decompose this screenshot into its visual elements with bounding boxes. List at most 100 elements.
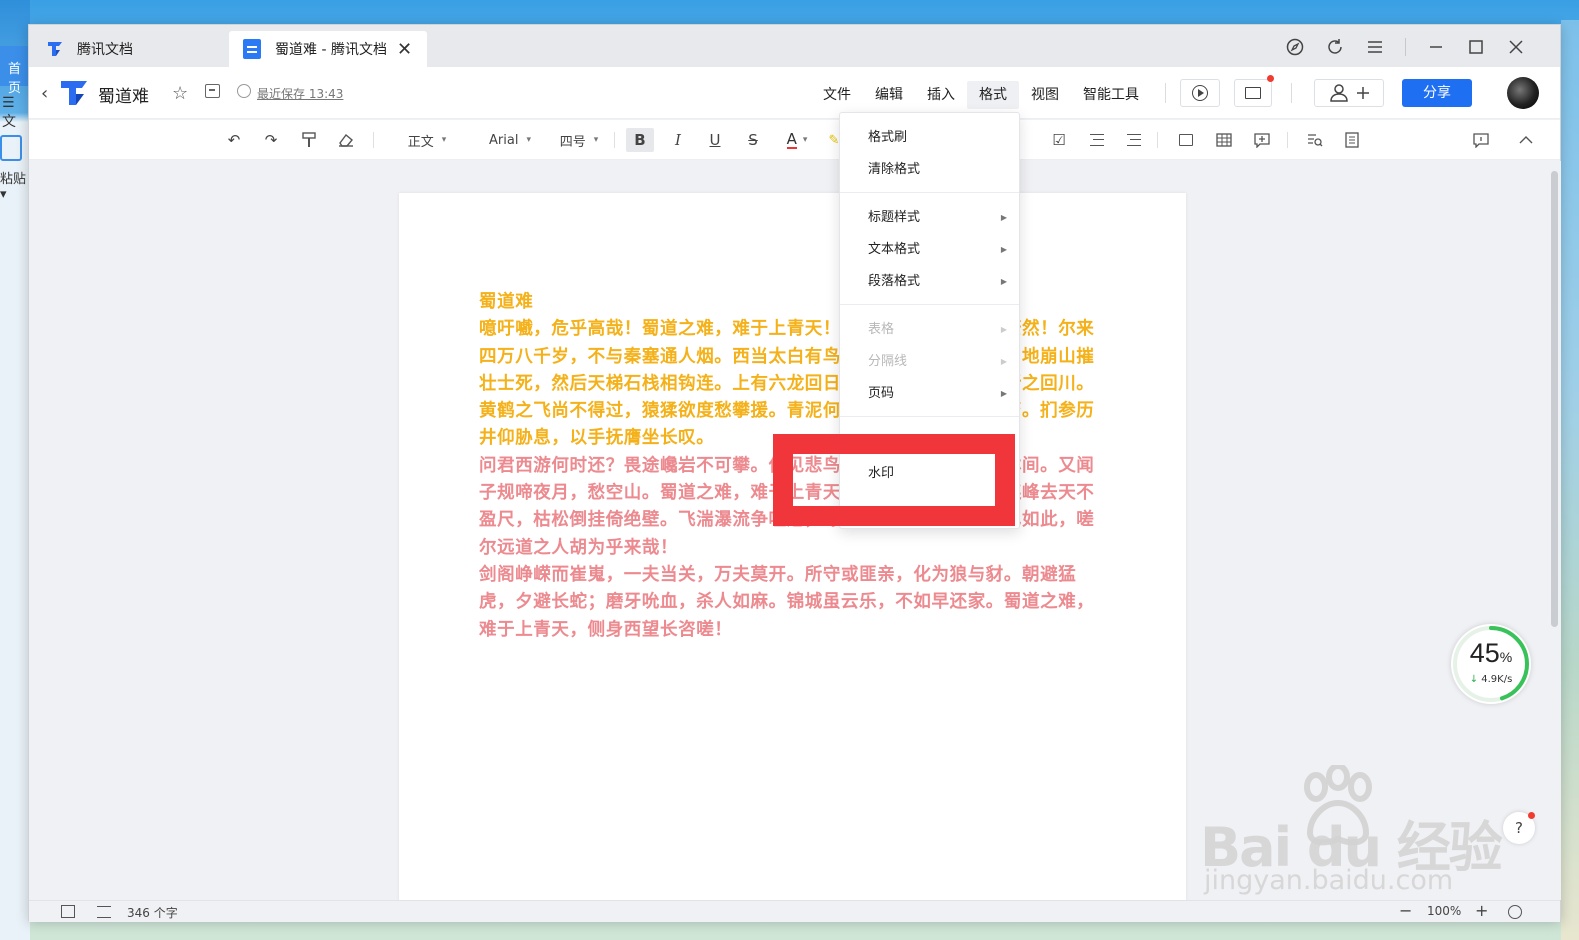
refresh-icon[interactable]: [1315, 35, 1355, 59]
menu-item-divider: 分隔线 ▶: [840, 348, 1019, 376]
redo-icon[interactable]: ↷: [257, 128, 285, 152]
find-replace-icon[interactable]: [1301, 128, 1329, 152]
play-icon[interactable]: [1180, 79, 1220, 107]
separator: [1405, 38, 1406, 56]
compass-icon[interactable]: [1275, 35, 1315, 59]
window-controls: [1275, 35, 1536, 59]
submenu-arrow-icon: ▶: [1000, 277, 1007, 286]
menu-format[interactable]: 格式: [967, 81, 1019, 109]
zoom-in-icon[interactable]: +: [1475, 901, 1488, 920]
collapse-toolbar-icon[interactable]: [1512, 128, 1540, 152]
desktop-background-left: 首页 ☰ 文 粘贴▾: [0, 0, 30, 940]
presentation-icon[interactable]: [1234, 79, 1272, 107]
menu-item-label: 段落格式: [868, 274, 921, 289]
submenu-arrow-icon: ▶: [1000, 325, 1007, 334]
submenu-arrow-icon: ▶: [1000, 389, 1007, 398]
menu-file[interactable]: 文件: [811, 81, 863, 109]
add-user-icon: [1330, 84, 1369, 102]
maximize-icon[interactable]: [1456, 35, 1496, 59]
font-family-select[interactable]: Arial ▾: [479, 128, 541, 152]
separator: [1165, 83, 1166, 103]
comments-panel-icon[interactable]: [1467, 128, 1495, 152]
strikethrough-icon[interactable]: S: [739, 128, 767, 152]
annotation-highlight-box: [773, 434, 1015, 526]
status-bar: 346 个字 − 100% +: [29, 900, 1560, 922]
insert-image-icon[interactable]: [1172, 128, 1200, 152]
move-to-folder-icon[interactable]: [205, 84, 220, 98]
notification-dot: [1267, 75, 1274, 82]
window-close-icon[interactable]: [1496, 35, 1536, 59]
zoom-out-icon[interactable]: −: [1399, 901, 1412, 920]
undo-icon[interactable]: ↶: [220, 128, 248, 152]
menu-view[interactable]: 视图: [1019, 81, 1071, 109]
clipboard-icon: [0, 135, 22, 161]
separator: [1157, 132, 1158, 148]
italic-icon[interactable]: I: [664, 128, 692, 152]
menu-item-label: 页码: [868, 386, 895, 401]
document-outline-icon[interactable]: [1338, 128, 1366, 152]
menu-item-label: 文本格式: [868, 242, 921, 257]
tencent-docs-brand-icon[interactable]: [59, 79, 89, 107]
indent-icon[interactable]: [1120, 128, 1148, 152]
watermark-url: jingyan.baidu.com: [1204, 865, 1454, 896]
save-status[interactable]: 最近保存 13:43: [257, 85, 343, 102]
menu-item-text-format[interactable]: 文本格式 ▶: [840, 236, 1019, 264]
bold-icon[interactable]: B: [626, 128, 654, 152]
document-page[interactable]: 蜀道难 噫吁嚱，危乎高哉！蜀道之难，难于上青天！蚕丛及鱼凫，开国何茫然！尔来四万…: [399, 193, 1186, 913]
zoom-level[interactable]: 100%: [1427, 904, 1461, 918]
fit-page-icon[interactable]: [1508, 905, 1522, 919]
insert-comment-icon[interactable]: [1248, 128, 1276, 152]
back-chevron-icon[interactable]: ‹: [41, 83, 48, 104]
menu-smart-tools[interactable]: 智能工具: [1071, 81, 1151, 109]
format-painter-icon[interactable]: [295, 128, 323, 152]
tab-current-doc[interactable]: 蜀道难 - 腾讯文档 ✕: [229, 31, 427, 67]
separator: [1287, 132, 1288, 148]
close-icon[interactable]: ✕: [397, 39, 412, 60]
font-size-select[interactable]: 四号 ▾: [555, 128, 603, 152]
background-home-tab: 首页: [0, 46, 30, 96]
menu-item-label: 清除格式: [868, 162, 921, 177]
avatar[interactable]: [1507, 77, 1539, 109]
menu-item-format-painter[interactable]: 格式刷: [840, 124, 1019, 152]
main-menu-bar: 文件 编辑 插入 格式 视图 智能工具: [811, 81, 1151, 109]
menu-item-clear-format[interactable]: 清除格式: [840, 156, 1019, 184]
outdent-icon[interactable]: [1083, 128, 1111, 152]
menu-item-heading-style[interactable]: 标题样式 ▶: [840, 204, 1019, 232]
tab-label: 腾讯文档: [77, 42, 133, 58]
speed-percent: 45%: [1469, 638, 1513, 668]
menu-item-page-number[interactable]: 页码 ▶: [840, 380, 1019, 408]
notification-dot: [1528, 812, 1535, 819]
checkbox-icon[interactable]: ☑: [1045, 128, 1073, 152]
tab-bar: 腾讯文档 蜀道难 - 腾讯文档 ✕: [29, 25, 1560, 67]
insert-table-icon[interactable]: [1210, 128, 1238, 152]
outline-icon[interactable]: [61, 905, 75, 918]
menu-insert[interactable]: 插入: [915, 81, 967, 109]
document-icon: [243, 39, 261, 59]
desktop-background-right: [1561, 20, 1579, 940]
document-header: ‹ 蜀道难 ☆ 最近保存 13:43 文件 编辑 插入 格式 视图 智能工具 分…: [29, 67, 1560, 119]
tab-tencent-docs[interactable]: 腾讯文档: [37, 31, 227, 67]
menu-item-paragraph-format[interactable]: 段落格式 ▶: [840, 268, 1019, 296]
word-count: 346 个字: [127, 906, 178, 920]
add-collaborator-button[interactable]: [1314, 79, 1384, 107]
menu-item-table: 表格 ▶: [840, 316, 1019, 344]
hamburger-menu-icon[interactable]: [1355, 35, 1395, 59]
menu-edit[interactable]: 编辑: [863, 81, 915, 109]
network-speed-widget[interactable]: 45% ↓ 4.9K/s: [1451, 624, 1531, 704]
menu-separator: [840, 304, 1019, 305]
menu-item-label: 标题样式: [868, 210, 921, 225]
paragraph-style-select[interactable]: 正文 ▾: [397, 128, 457, 152]
share-button[interactable]: 分享: [1402, 79, 1472, 107]
eraser-icon[interactable]: [332, 128, 360, 152]
document-title[interactable]: 蜀道难: [98, 82, 149, 107]
paragraph-3: 剑阁峥嵘而崔嵬，一夫当关，万夫莫开。所守或匪亲，化为狼与豺。朝避猛虎，夕避长蛇；…: [479, 564, 1095, 640]
menu-separator: [840, 416, 1019, 417]
star-icon[interactable]: ☆: [172, 83, 188, 104]
scrollbar-thumb[interactable]: [1551, 171, 1558, 627]
page-layout-icon[interactable]: [97, 906, 111, 918]
font-color-icon[interactable]: A ▾: [777, 128, 817, 152]
underline-icon[interactable]: U: [701, 128, 729, 152]
vertical-scrollbar[interactable]: [1549, 161, 1561, 900]
minimize-icon[interactable]: [1416, 35, 1456, 59]
paragraph-style-value: 正文: [407, 134, 434, 150]
